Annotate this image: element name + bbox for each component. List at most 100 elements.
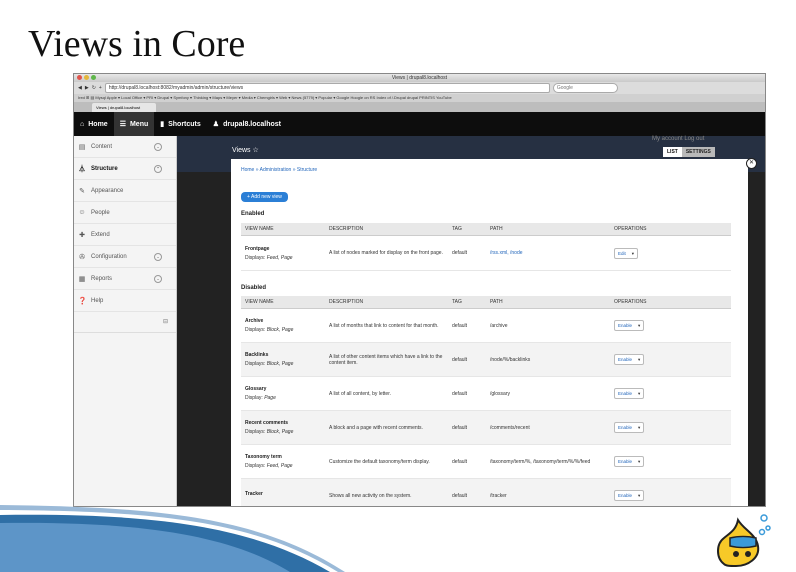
add-new-view-button[interactable]: + Add new view [241, 192, 288, 202]
window-titlebar: Views | drupal8.localhost [74, 74, 765, 82]
close-overlay-icon[interactable]: ✕ [746, 158, 757, 169]
operations-cell: Enable ▾ [610, 308, 731, 343]
enable-operation-button[interactable]: Enable ▾ [614, 388, 645, 399]
browser-tab[interactable]: Views | drupal8.localhost [92, 103, 156, 112]
address-bar: ◀ ▶ ↻ + http://drupal8.localhost:8082/my… [74, 82, 765, 94]
dropdown-arrow-icon[interactable]: ▾ [638, 425, 640, 430]
reload-icon[interactable]: ↻ [92, 85, 96, 91]
displays-label: Displays: [245, 327, 266, 333]
collapse-sidebar-icon[interactable]: ⊟ [163, 318, 168, 325]
view-description: A list of nodes marked for display on th… [325, 235, 448, 271]
view-name: Archive [245, 318, 264, 324]
slide-title: Views in Core [28, 23, 246, 65]
enable-operation-button[interactable]: Enable ▾ [614, 354, 645, 365]
tab-settings[interactable]: SETTINGS [681, 147, 715, 157]
disabled-views-table: VIEW NAME DESCRIPTION TAG PATH OPERATION… [241, 296, 731, 506]
sidebar-item-structure[interactable]: ⏃ Structure ⌃ [74, 158, 176, 180]
add-bookmark-icon[interactable]: + [99, 85, 102, 91]
toolbar-user[interactable]: ♟ drupal8.localhost [207, 112, 287, 136]
url-field[interactable]: http://drupal8.localhost:8082/myadmin/ad… [104, 83, 550, 93]
breadcrumb[interactable]: Home » Administration » Structure [241, 167, 317, 173]
sidebar-footer: ⊟ [74, 312, 176, 333]
dropdown-arrow-icon[interactable]: ▾ [632, 251, 634, 256]
tab-bar: Views | drupal8.localhost [74, 102, 765, 112]
dropdown-arrow-icon[interactable]: ▾ [638, 323, 640, 328]
reports-icon: ▦ [78, 275, 86, 283]
enable-operation-button[interactable]: Enable ▾ [614, 490, 645, 501]
toolbar-menu[interactable]: ☰ Menu [113, 112, 155, 136]
table-header-row: VIEW NAME DESCRIPTION TAG PATH OPERATION… [241, 296, 731, 309]
view-description: A list of all content, by letter. [325, 376, 448, 411]
displays-label: Displays: [245, 463, 266, 469]
displays-value: Block, Page [266, 429, 294, 435]
view-path-link[interactable]: /rss.xml, /node [486, 235, 610, 271]
view-description: Customize the default taxonomy/term disp… [325, 444, 448, 479]
sidebar-item-appearance[interactable]: ✎ Appearance [74, 180, 176, 202]
view-path: /glossary [486, 376, 610, 411]
dropdown-arrow-icon[interactable]: ▾ [638, 493, 640, 498]
chevron-down-icon[interactable]: ⌄ [154, 143, 162, 151]
tab-list[interactable]: LIST [663, 147, 682, 157]
edit-operation-button[interactable]: Edit ▾ [614, 247, 639, 259]
operations-cell: Enable ▾ [610, 410, 731, 445]
enable-operation-button[interactable]: Enable ▾ [614, 320, 645, 331]
operation-label: Enable [618, 493, 633, 498]
browser-screenshot: Views | drupal8.localhost ◀ ▶ ↻ + http:/… [73, 73, 766, 507]
dropdown-arrow-icon[interactable]: ▾ [638, 391, 640, 396]
chevron-down-icon[interactable]: ⌄ [154, 275, 162, 283]
toolbar-home[interactable]: ⌂ Home [74, 112, 114, 136]
dropdown-arrow-icon[interactable]: ▾ [638, 459, 640, 464]
enabled-views-table: VIEW NAME DESCRIPTION TAG PATH OPERATION… [241, 223, 731, 271]
view-name: Glossary [245, 386, 267, 392]
displays-value: Page [264, 395, 276, 401]
chevron-down-icon[interactable]: ⌄ [154, 253, 162, 261]
table-row: Tracker Shows all new activity on the sy… [241, 478, 731, 506]
bookmarks-bar[interactable]: Ired ⊞ ▤ Mysql Apple ▾ Local Office ▾ PR… [74, 94, 765, 102]
view-name-cell: Glossary Display: Page [241, 376, 325, 411]
sidebar-item-label: People [91, 209, 110, 216]
forward-icon[interactable]: ▶ [85, 85, 89, 91]
appearance-icon: ✎ [79, 187, 85, 195]
search-field[interactable]: Google [552, 83, 618, 93]
table-row: Taxonomy term Displays: Feed, Page Custom… [241, 444, 731, 479]
view-name: Recent comments [245, 420, 289, 426]
back-icon[interactable]: ◀ [78, 85, 82, 91]
sidebar-item-content[interactable]: ▤ Content ⌄ [74, 136, 176, 158]
account-links[interactable]: My account Log out [652, 136, 704, 142]
dropdown-arrow-icon[interactable]: ▾ [638, 357, 640, 362]
toolbar-menu-label: Menu [129, 120, 149, 128]
window-controls [77, 75, 96, 80]
blue-swoosh-graphic [0, 505, 345, 572]
toolbar-shortcuts[interactable]: ▮ Shortcuts [154, 112, 207, 136]
sidebar-item-reports[interactable]: ▦ Reports ⌄ [74, 268, 176, 290]
displays-label: Displays: [245, 361, 266, 367]
displays-value: Block, Page [266, 327, 294, 333]
sidebar-item-label: Configuration [91, 253, 127, 260]
view-tag: default [448, 410, 486, 445]
displays-value: Feed, Page [266, 463, 293, 469]
view-path: /node/%/backlinks [486, 342, 610, 377]
operation-label: Edit [618, 250, 626, 256]
operation-label: Enable [618, 459, 633, 464]
zoom-window-icon[interactable] [91, 75, 96, 80]
page-tabs: LIST SETTINGS [663, 147, 715, 157]
chevron-up-icon[interactable]: ⌃ [154, 165, 162, 173]
close-window-icon[interactable] [77, 75, 82, 80]
admin-toolbar: ⌂ Home ☰ Menu ▮ Shortcuts ♟ drupal8.loca… [74, 112, 765, 136]
structure-icon: ⏃ [78, 165, 86, 173]
view-tag: default [448, 308, 486, 343]
bookmark-icon: ▮ [160, 121, 165, 128]
page-title: Views ☆ [232, 147, 259, 154]
view-name-cell: Taxonomy term Displays: Feed, Page [241, 444, 325, 479]
enable-operation-button[interactable]: Enable ▾ [614, 456, 645, 467]
sidebar-item-extend[interactable]: ✚ Extend [74, 224, 176, 246]
sidebar-item-configuration[interactable]: ✇ Configuration ⌄ [74, 246, 176, 268]
enable-operation-button[interactable]: Enable ▾ [614, 422, 645, 433]
operation-label: Enable [618, 391, 633, 396]
sidebar-item-people[interactable]: ☺ People [74, 202, 176, 224]
view-tag: default [448, 235, 486, 271]
operations-cell: Enable ▾ [610, 376, 731, 411]
operation-label: Enable [618, 425, 633, 430]
sidebar-item-help[interactable]: ❓ Help [74, 290, 176, 312]
minimize-window-icon[interactable] [84, 75, 89, 80]
